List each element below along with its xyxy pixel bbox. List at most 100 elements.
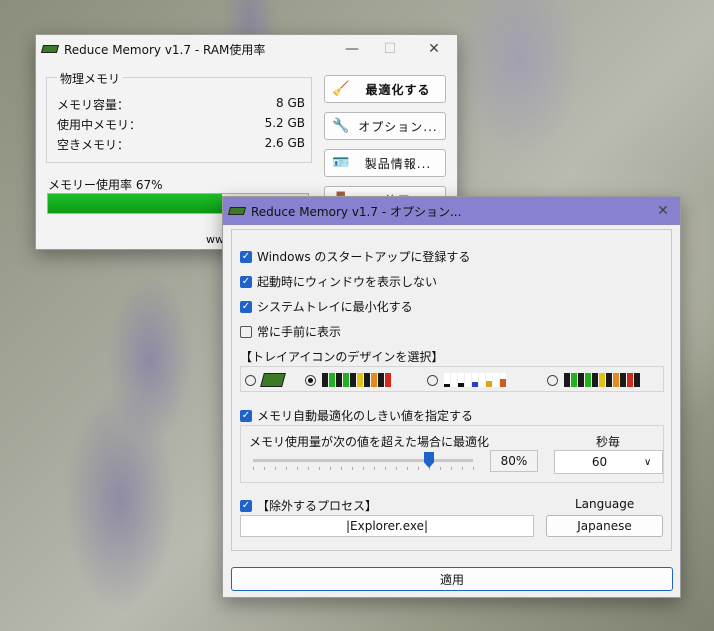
slider-tick xyxy=(253,467,254,470)
close-button[interactable]: ✕ xyxy=(416,35,452,63)
main-titlebar[interactable]: Reduce Memory v1.7 - RAM使用率 — ☐ ✕ xyxy=(36,35,457,63)
radio-button xyxy=(547,374,558,386)
row-value: 5.2 GB xyxy=(264,116,305,130)
always-on-top-label: 常に手前に表示 xyxy=(257,325,342,339)
slider-tick xyxy=(385,467,386,470)
checkbox-check: ✓ xyxy=(240,300,252,313)
threshold-value-box: 80% xyxy=(490,450,538,472)
row-label: 空きメモリ： xyxy=(57,138,130,152)
auto-optimize-label: メモリ自動最適化のしきい値を指定する xyxy=(257,409,474,423)
exclude-process-checkbox[interactable]: ✓ 【除外するプロセス】 xyxy=(240,497,377,514)
ram-chip-icon xyxy=(260,373,286,387)
broom-icon: 🧹 xyxy=(332,81,350,97)
minimize-tray-checkbox[interactable]: ✓ システムトレイに最小化する xyxy=(240,298,413,315)
optimize-label: 最適化する xyxy=(365,82,431,97)
checkbox-empty xyxy=(240,325,252,338)
id-card-icon: 🪪 xyxy=(332,155,350,171)
checkbox-check: ✓ xyxy=(240,499,252,512)
optimize-button[interactable]: 🧹 最適化する xyxy=(324,75,446,103)
slider-tick xyxy=(330,467,331,470)
product-info-button[interactable]: 🪪 製品情報... xyxy=(324,149,446,177)
slider-tick xyxy=(473,467,474,470)
threshold-slider-thumb[interactable] xyxy=(424,452,434,468)
row-label: メモリ容量： xyxy=(57,98,130,112)
wrench-icon: 🔧 xyxy=(332,118,350,134)
maximize-button[interactable]: ☐ xyxy=(372,35,408,63)
ram-chip-icon xyxy=(229,205,245,217)
tray-design-option-4[interactable] xyxy=(547,373,640,387)
memory-used-row: 使用中メモリ： 5.2 GB xyxy=(57,116,305,133)
slider-tick xyxy=(275,467,276,470)
threshold-slider-track[interactable] xyxy=(253,459,473,462)
radio-button-selected xyxy=(305,374,316,386)
minimize-tray-label: システムトレイに最小化する xyxy=(257,300,413,314)
slider-tick xyxy=(341,467,342,470)
tray-design-option-1[interactable] xyxy=(245,373,286,387)
usage-progress-fill xyxy=(48,194,223,213)
exclude-process-label: 【除外するプロセス】 xyxy=(257,499,378,513)
minimize-button[interactable]: — xyxy=(334,35,370,63)
tray-section-label: 【トレイアイコンのデザインを選択】 xyxy=(240,350,444,364)
main-window-title: Reduce Memory v1.7 - RAM使用率 xyxy=(64,42,266,57)
tray-design-group xyxy=(240,366,664,392)
slider-tick xyxy=(308,467,309,470)
threshold-group: メモリ使用量が次の値を超えた場合に最適化 80% 秒毎 60 ∨ xyxy=(240,425,664,483)
row-label: 使用中メモリ： xyxy=(57,118,142,132)
slider-tick xyxy=(264,467,265,470)
slider-tick xyxy=(297,467,298,470)
slider-tick xyxy=(286,467,287,470)
tray-bars-light-icon xyxy=(444,373,506,387)
tray-bars-color-icon xyxy=(322,373,391,387)
row-value: 8 GB xyxy=(276,96,305,110)
tray-design-option-3[interactable] xyxy=(427,373,506,387)
options-dialog: Reduce Memory v1.7 - オプション... ✕ ✓ Window… xyxy=(222,196,681,598)
checkbox-check: ✓ xyxy=(240,275,252,288)
slider-tick xyxy=(418,467,419,470)
ram-chip-icon xyxy=(42,43,58,55)
threshold-value: 80% xyxy=(500,454,528,468)
exclude-process-value: |Explorer.exe| xyxy=(345,519,429,533)
apply-label: 適用 xyxy=(439,572,464,587)
threshold-label: メモリ使用量が次の値を超えた場合に最適化 xyxy=(249,435,490,449)
physical-memory-label: 物理メモリ xyxy=(57,70,124,87)
interval-value: 60 xyxy=(591,455,608,469)
language-button[interactable]: Japanese xyxy=(546,515,663,537)
auto-optimize-checkbox[interactable]: ✓ メモリ自動最適化のしきい値を指定する xyxy=(240,407,473,424)
interval-label: 秒毎 xyxy=(596,435,621,449)
tray-design-option-2[interactable] xyxy=(305,373,391,387)
apply-button[interactable]: 適用 xyxy=(231,567,673,591)
hide-window-label: 起動時にウィンドウを表示しない xyxy=(257,275,438,289)
options-button[interactable]: 🔧 オプション... xyxy=(324,112,446,140)
options-dialog-title: Reduce Memory v1.7 - オプション... xyxy=(251,204,462,219)
language-label: Language xyxy=(575,497,635,511)
interval-select[interactable]: 60 ∨ xyxy=(554,450,663,474)
slider-tick xyxy=(319,467,320,470)
memory-free-row: 空きメモリ： 2.6 GB xyxy=(57,136,305,153)
chevron-down-icon: ∨ xyxy=(644,456,652,468)
radio-button xyxy=(427,374,438,386)
options-label: オプション... xyxy=(358,119,438,134)
slider-tick xyxy=(352,467,353,470)
startup-checkbox[interactable]: ✓ Windows のスタートアップに登録する xyxy=(240,248,470,265)
product-info-label: 製品情報... xyxy=(364,156,432,171)
slider-tick xyxy=(363,467,364,470)
radio-button xyxy=(245,374,256,386)
physical-memory-group: 物理メモリ メモリ容量： 8 GB 使用中メモリ： 5.2 GB 空きメモリ： … xyxy=(46,70,312,163)
startup-label: Windows のスタートアップに登録する xyxy=(257,250,471,264)
slider-tick xyxy=(451,467,452,470)
memory-capacity-row: メモリ容量： 8 GB xyxy=(57,96,305,113)
usage-label: メモリー使用率 67% xyxy=(48,178,163,192)
always-on-top-checkbox[interactable]: 常に手前に表示 xyxy=(240,323,341,340)
options-close-button[interactable]: ✕ xyxy=(645,197,681,225)
hide-window-checkbox[interactable]: ✓ 起動時にウィンドウを表示しない xyxy=(240,273,437,290)
options-titlebar[interactable]: Reduce Memory v1.7 - オプション... ✕ xyxy=(223,197,680,225)
slider-tick xyxy=(407,467,408,470)
slider-tick xyxy=(396,467,397,470)
checkbox-check: ✓ xyxy=(240,250,252,263)
exclude-process-input[interactable]: |Explorer.exe| xyxy=(240,515,534,537)
options-panel: ✓ Windows のスタートアップに登録する ✓ 起動時にウィンドウを表示しな… xyxy=(231,229,672,551)
tray-bars-dark-icon xyxy=(564,373,640,387)
checkbox-check: ✓ xyxy=(240,409,252,422)
language-value: Japanese xyxy=(577,519,632,533)
slider-tick xyxy=(374,467,375,470)
